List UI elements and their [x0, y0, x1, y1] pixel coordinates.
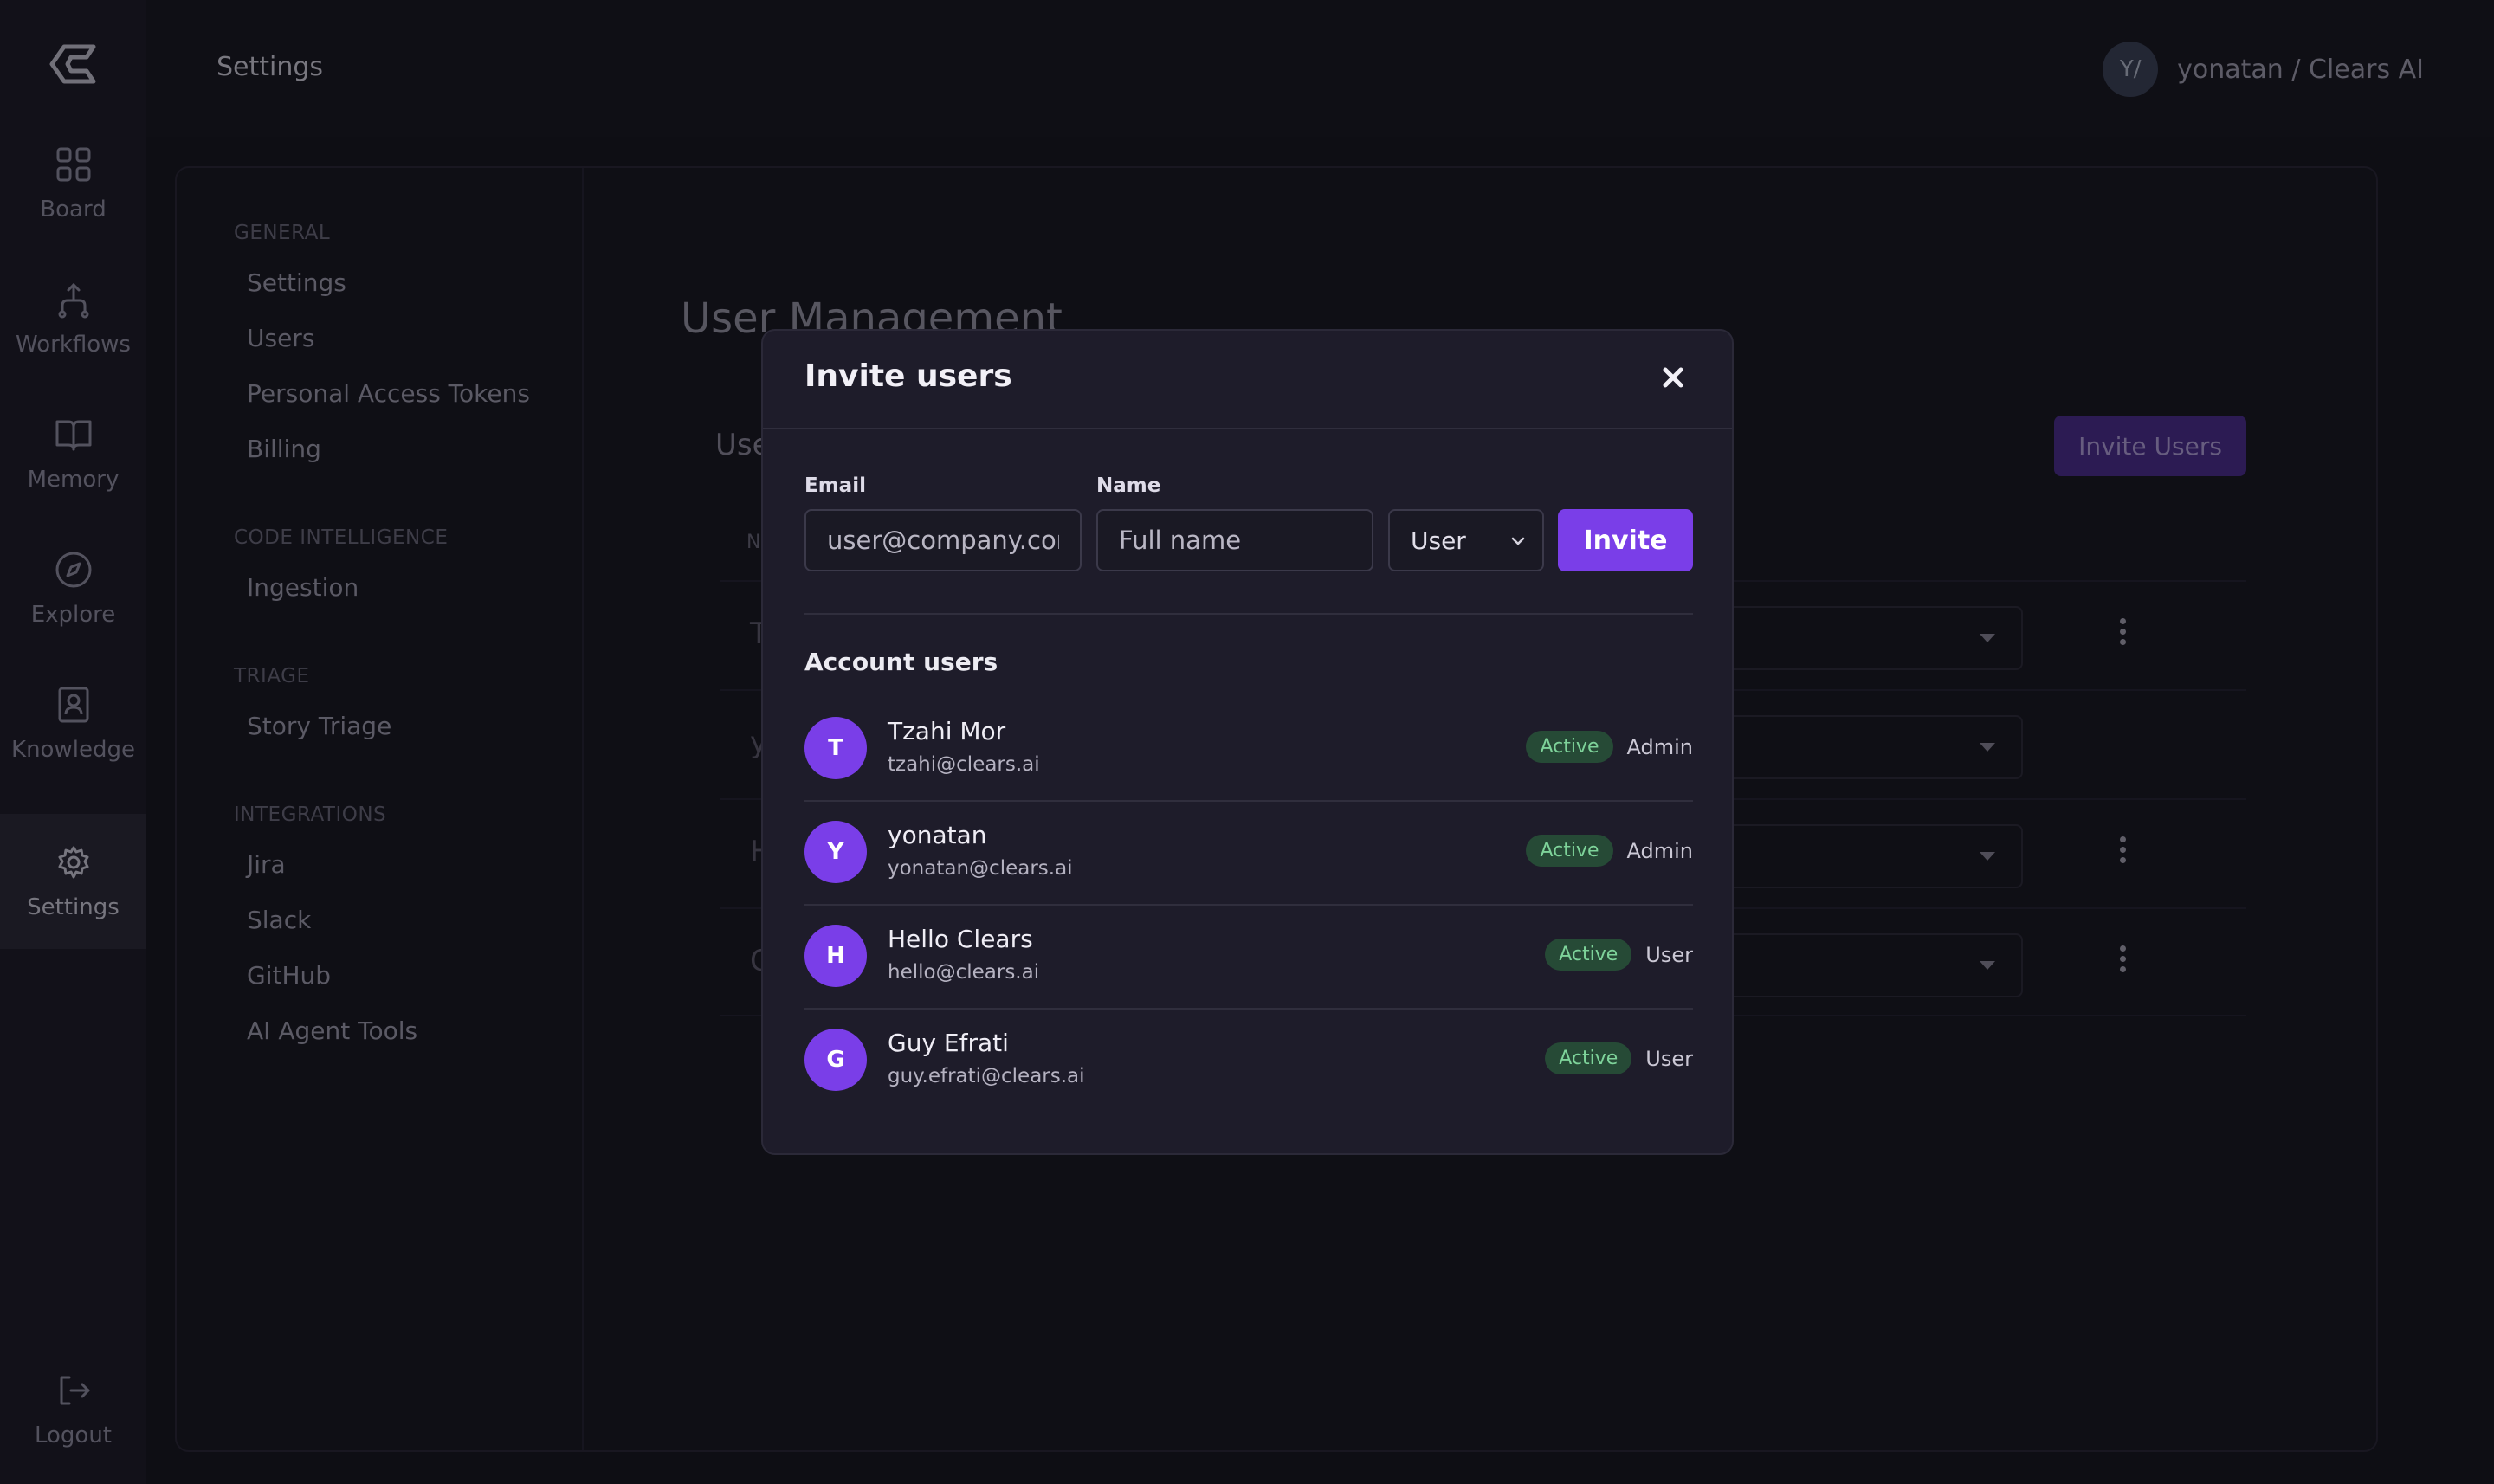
user-email: tzahi@clears.ai	[888, 753, 1040, 776]
user-name: Guy Efrati	[888, 1029, 1009, 1057]
status-badge: Active	[1545, 939, 1632, 971]
email-field[interactable]	[804, 509, 1082, 571]
modal-header: Invite users	[763, 331, 1732, 429]
status-badge: Active	[1526, 731, 1613, 763]
account-users-title: Account users	[804, 648, 998, 676]
status-badge: Active	[1545, 1042, 1632, 1074]
user-email: yonatan@clears.ai	[888, 857, 1073, 880]
close-button[interactable]	[1656, 360, 1690, 395]
role-select[interactable]: User	[1388, 509, 1544, 571]
avatar: G	[804, 1029, 867, 1091]
user-name: Tzahi Mor	[888, 717, 1006, 745]
name-label: Name	[1096, 474, 1161, 497]
divider	[804, 613, 1693, 615]
user-email: hello@clears.ai	[888, 961, 1040, 984]
status-badge: Active	[1526, 835, 1613, 867]
user-name: Hello Clears	[888, 925, 1033, 953]
user-role: Admin	[1626, 734, 1694, 759]
user-email: guy.efrati@clears.ai	[888, 1065, 1085, 1087]
list-item: T Tzahi Mor tzahi@clears.ai Active Admin	[804, 698, 1693, 802]
user-role: User	[1645, 942, 1693, 967]
list-item: H Hello Clears hello@clears.ai Active Us…	[804, 906, 1693, 1010]
user-name: yonatan	[888, 821, 987, 849]
chevron-down-icon	[1511, 537, 1525, 545]
avatar: T	[804, 717, 867, 779]
list-item: G Guy Efrati guy.efrati@clears.ai Active…	[804, 1010, 1693, 1113]
email-label: Email	[804, 474, 866, 497]
user-role: User	[1645, 1046, 1693, 1071]
avatar: Y	[804, 821, 867, 883]
close-icon	[1663, 367, 1683, 388]
user-role: Admin	[1626, 838, 1694, 863]
modal-title: Invite users	[804, 358, 1012, 394]
invite-users-modal: Invite users Email Name User Invite Acco…	[761, 329, 1734, 1155]
name-field[interactable]	[1096, 509, 1373, 571]
avatar: H	[804, 925, 867, 987]
invite-button[interactable]: Invite	[1558, 509, 1693, 571]
list-item: Y yonatan yonatan@clears.ai Active Admin	[804, 802, 1693, 906]
role-select-value: User	[1411, 526, 1466, 555]
